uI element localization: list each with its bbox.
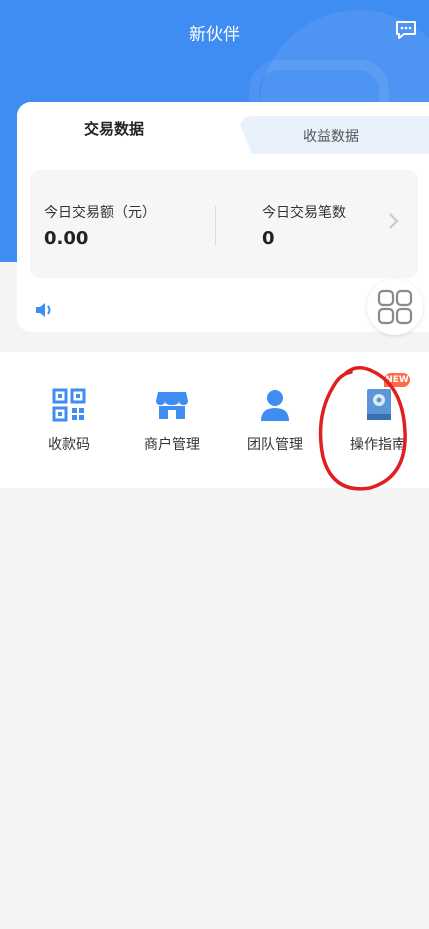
store-icon: [156, 392, 188, 419]
chevron-right-icon[interactable]: [388, 212, 400, 230]
menu-item-qr-code[interactable]: 收款码: [24, 388, 114, 454]
page-title: 新伙伴: [189, 25, 240, 45]
tab-earnings-label: 收益数据: [303, 129, 359, 145]
menu-item-merchant[interactable]: 商户管理: [127, 388, 217, 454]
today-amount-label: 今日交易额（元）: [44, 205, 156, 221]
today-amount-value: 0.00: [44, 228, 89, 249]
tab-transactions-label: 交易数据: [84, 120, 145, 138]
menu-item-team[interactable]: 团队管理: [230, 388, 320, 454]
menu-item-label: 团队管理: [247, 437, 303, 453]
qr-code-icon: [52, 388, 86, 422]
stats-panel[interactable]: [30, 170, 418, 278]
stats-divider: [215, 206, 216, 246]
app-screen: 新伙伴 交易数据 收益数据 今日交易额（元） 0.00 今日交易笔数 0 收款码…: [0, 0, 429, 929]
menu-item-label: 商户管理: [144, 437, 200, 453]
grid-menu-button[interactable]: [367, 279, 423, 335]
user-icon: [261, 390, 289, 421]
today-count-label: 今日交易笔数: [262, 205, 346, 221]
menu-item-label: 收款码: [48, 437, 90, 453]
speaker-icon: [36, 303, 51, 317]
today-count-value: 0: [262, 228, 275, 249]
message-icon[interactable]: [395, 20, 417, 40]
grid-icon: [377, 289, 413, 325]
annotation-circle: [318, 366, 407, 491]
